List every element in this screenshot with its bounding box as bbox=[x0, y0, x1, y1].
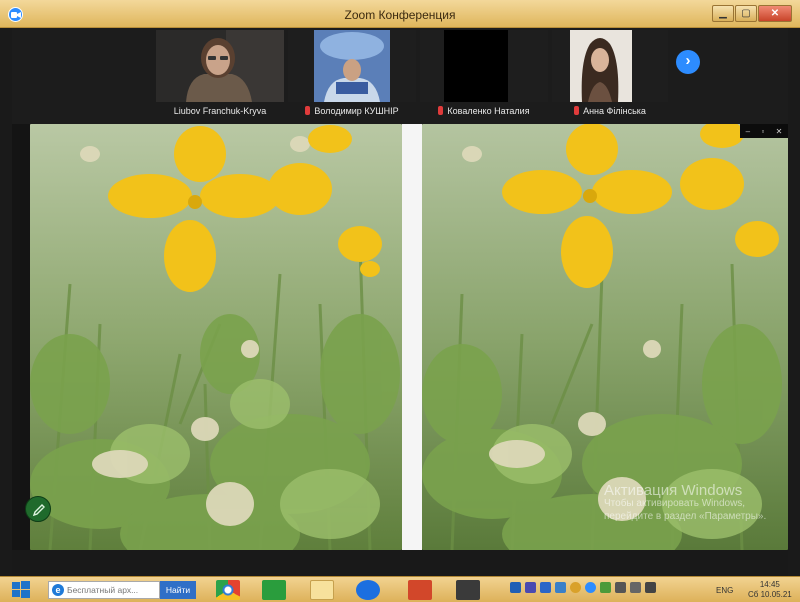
tray-app-icon[interactable] bbox=[570, 582, 581, 593]
tray-app-icon[interactable] bbox=[525, 582, 536, 593]
muted-mic-icon bbox=[574, 106, 580, 115]
participant-tile[interactable]: Liubov Franchuk-Kryva bbox=[156, 28, 284, 124]
participant-name: Анна Філінська bbox=[552, 106, 668, 116]
browser-e-icon: e bbox=[52, 584, 64, 596]
media-taskbar-icon[interactable] bbox=[456, 580, 480, 600]
system-tray bbox=[510, 582, 656, 593]
share-restore-button[interactable]: ▫ bbox=[761, 127, 764, 136]
participant-tile[interactable]: Коваленко Наталия bbox=[420, 28, 548, 124]
volume-icon[interactable] bbox=[645, 582, 656, 593]
maximize-button[interactable]: ▢ bbox=[735, 5, 757, 22]
next-participants-button[interactable]: › bbox=[676, 50, 700, 74]
share-divider bbox=[402, 124, 422, 550]
battery-icon[interactable] bbox=[630, 582, 641, 593]
share-window-controls: – ▫ ✕ bbox=[740, 124, 788, 138]
store-taskbar-icon[interactable] bbox=[262, 580, 286, 600]
windows-taskbar: e Бесплатный арх... Найти ENG 14:45 Сб 10… bbox=[0, 576, 800, 602]
windows-activation-watermark: Активация Windows Чтобы активировать Win… bbox=[604, 482, 767, 522]
participant-tile[interactable]: Анна Філінська bbox=[552, 28, 668, 124]
tray-app-icon[interactable] bbox=[555, 582, 566, 593]
file-explorer-taskbar-icon[interactable] bbox=[310, 580, 334, 600]
tray-app-icon[interactable] bbox=[510, 582, 521, 593]
share-minimize-button[interactable]: – bbox=[746, 127, 750, 136]
language-indicator[interactable]: ENG bbox=[716, 586, 733, 595]
close-button[interactable]: ✕ bbox=[758, 5, 792, 22]
search-find-button[interactable]: Найти bbox=[160, 581, 196, 599]
flower-photo-left bbox=[30, 124, 402, 550]
windows-start-button[interactable] bbox=[10, 580, 32, 600]
network-icon[interactable] bbox=[615, 582, 626, 593]
pencil-icon bbox=[32, 504, 45, 517]
meeting-bottom-bar bbox=[12, 550, 788, 576]
muted-mic-icon bbox=[305, 106, 311, 115]
window-controls: ▁ ▢ ✕ bbox=[712, 5, 792, 22]
taskbar-clock[interactable]: 14:45 Сб 10.05.21 bbox=[748, 580, 792, 600]
windows-logo-icon bbox=[12, 581, 30, 598]
chrome-taskbar-icon[interactable] bbox=[216, 580, 240, 600]
participant-tile[interactable]: Володимир КУШНІР bbox=[288, 28, 416, 124]
muted-mic-icon bbox=[438, 106, 444, 115]
zoom-taskbar-icon[interactable] bbox=[356, 580, 380, 600]
participant-name: Коваленко Наталия bbox=[420, 106, 548, 116]
participant-video bbox=[288, 30, 416, 102]
participant-strip: Liubov Franchuk-Kryva Володимир КУШНІР К… bbox=[12, 28, 788, 124]
tray-zoom-icon[interactable] bbox=[585, 582, 596, 593]
tray-app-icon[interactable] bbox=[540, 582, 551, 593]
annotate-button[interactable] bbox=[25, 496, 51, 522]
screen: Zoom Конференция ▁ ▢ ✕ Liubov Franchuk-K… bbox=[0, 0, 800, 602]
share-close-button[interactable]: ✕ bbox=[776, 127, 783, 136]
powerpoint-taskbar-icon[interactable] bbox=[408, 580, 432, 600]
participant-name: Володимир КУШНІР bbox=[288, 106, 416, 116]
tray-app-icon[interactable] bbox=[600, 582, 611, 593]
minimize-button[interactable]: ▁ bbox=[712, 5, 734, 22]
participant-video bbox=[420, 30, 548, 102]
participant-name: Liubov Franchuk-Kryva bbox=[173, 106, 267, 116]
title-bar[interactable]: Zoom Конференция ▁ ▢ ✕ bbox=[0, 0, 800, 28]
taskbar-search-input[interactable]: e Бесплатный арх... bbox=[48, 581, 160, 599]
window-title: Zoom Конференция bbox=[344, 8, 456, 22]
participant-video bbox=[552, 30, 668, 102]
participant-video bbox=[156, 30, 284, 102]
chevron-right-icon: › bbox=[685, 52, 691, 69]
